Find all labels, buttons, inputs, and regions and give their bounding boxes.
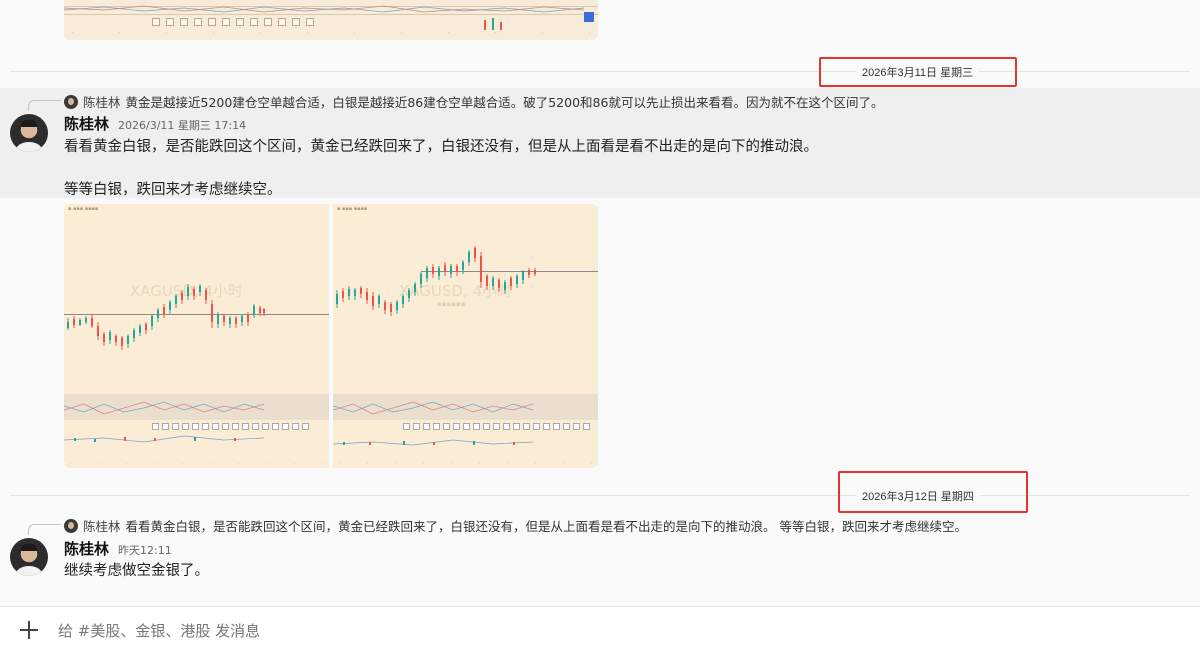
reply-text: 看看黄金白银，是否能跌回这个区间，黄金已经跌回来了，白银还没有，但是从上面看是看…: [125, 519, 967, 534]
reply-avatar: [64, 518, 78, 533]
date-highlight-box: [838, 471, 1028, 513]
candlestick-series: [64, 284, 265, 443]
message-timestamp: 昨天12:11: [118, 544, 172, 557]
reply-preview[interactable]: 陈桂林 看看黄金白银，是否能跌回这个区间，黄金已经跌回来了，白银还没有，但是从上…: [64, 516, 967, 535]
message-item[interactable]: 陈桂林 黄金是越接近5200建仓空单越合适，白银是越接近86建仓空单越合适。破了…: [0, 88, 1200, 198]
message-text-line: 等等白银，跌回来才考虑继续空。: [64, 182, 282, 198]
reply-preview[interactable]: 陈桂林 黄金是越接近5200建仓空单越合适，白银是越接近86建仓空单越合适。破了…: [64, 92, 883, 111]
previous-chart-image[interactable]: · · · · · · · · · · · ·: [64, 0, 598, 40]
plus-icon[interactable]: [20, 621, 38, 639]
candlestick-series: [333, 246, 536, 446]
message-composer: [0, 606, 1200, 651]
chart-time-axis: · · · · · · · · · ·: [339, 461, 592, 466]
chart-image[interactable]: ▪ ▪▪▪ ▪▪▪▪ XAGUSD, 4小时 ▪▪▪▪▪▪ · · · · · …: [333, 204, 598, 468]
message-author[interactable]: 陈桂林: [64, 113, 109, 134]
chart-image[interactable]: ▪ ▪▪▪ ▪▪▪▪ XAGUSD, 4小时 · · · · · · · · ·…: [64, 204, 329, 468]
reply-connector: [28, 100, 61, 111]
reply-author: 陈桂林: [83, 95, 121, 110]
chart-axis: · · · · · · · · · · · ·: [72, 30, 590, 35]
avatar[interactable]: [10, 114, 48, 152]
message-item[interactable]: 陈桂林 看看黄金白银，是否能跌回这个区间，黄金已经跌回来了，白银还没有，但是从上…: [0, 512, 1200, 582]
reply-connector: [28, 524, 61, 535]
reply-author: 陈桂林: [83, 519, 121, 534]
message-text-line: 看看黄金白银，是否能跌回这个区间，黄金已经跌回来了，白银还没有，但是从上面看是看…: [64, 139, 818, 155]
message-text-line: 继续考虑做空金银了。: [64, 563, 209, 579]
message-input[interactable]: [56, 617, 1180, 645]
avatar[interactable]: [10, 538, 48, 576]
message-timestamp: 2026/3/11 星期三 17:14: [118, 119, 247, 132]
chart-time-axis: · · · · · · · · · ·: [70, 461, 323, 466]
reply-avatar: [64, 94, 78, 109]
date-highlight-box: [819, 57, 1017, 87]
reply-text: 黄金是越接近5200建仓空单越合适，白银是越接近86建仓空单越合适。破了5200…: [125, 95, 884, 110]
message-author[interactable]: 陈桂林: [64, 538, 109, 559]
